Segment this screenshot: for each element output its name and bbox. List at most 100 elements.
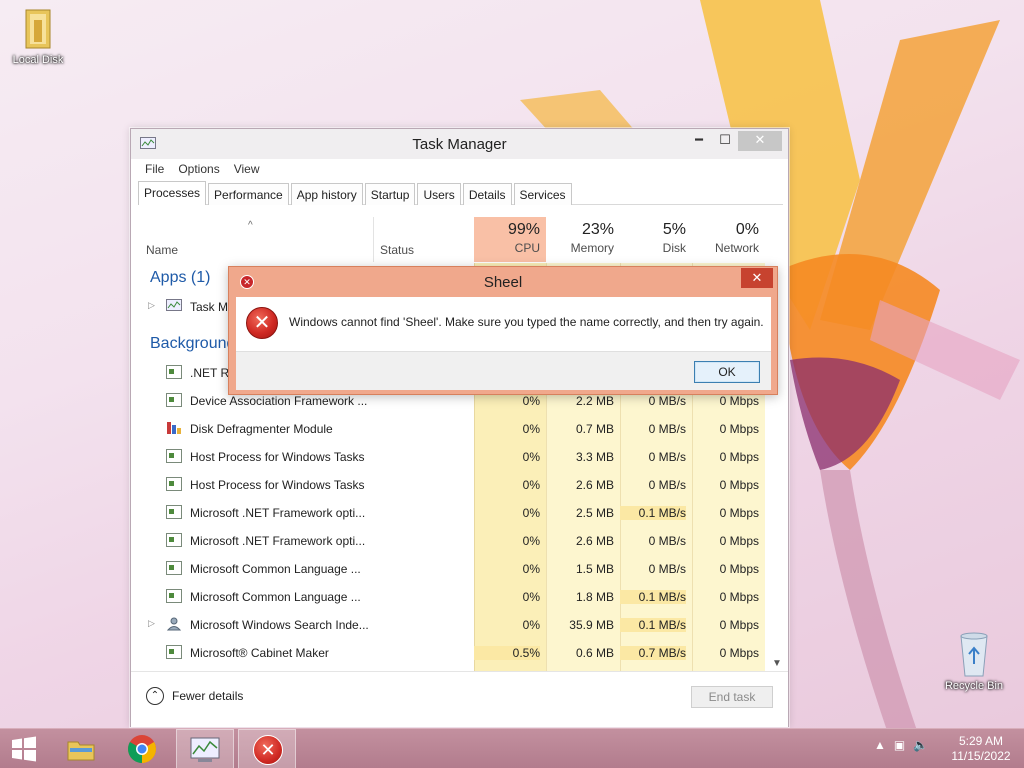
table-row[interactable]: Disk Defragmenter Module 0% 0.7 MB 0 MB/… — [138, 415, 765, 443]
task-manager-window: Task Manager ━ ☐ ✕ File Options View Pro… — [130, 128, 789, 727]
taskbar-task-manager[interactable] — [176, 729, 234, 768]
tab-bar: Processes Performance App history Startu… — [138, 181, 783, 205]
disk-value: 0 MB/s — [648, 422, 686, 436]
disk-value: 0 MB/s — [648, 562, 686, 576]
process-icon — [166, 477, 182, 491]
cpu-value: 0% — [522, 562, 540, 576]
clock[interactable]: 5:29 AM 11/15/2022 — [944, 734, 1018, 764]
system-tray: ▲ ▣ 🔈 — [874, 738, 928, 752]
menu-view[interactable]: View — [227, 160, 267, 180]
tab-startup[interactable]: Startup — [364, 183, 416, 205]
table-row[interactable]: Microsoft Common Language ... 0% 1.8 MB … — [138, 583, 765, 611]
close-button[interactable]: ✕ — [738, 131, 782, 151]
disk-value: 0.7 MB/s — [620, 646, 686, 660]
process-name: Microsoft® Cabinet Maker — [190, 646, 329, 660]
table-row[interactable]: Microsoft .NET Framework opti... 0% 2.6 … — [138, 527, 765, 555]
disk-value: 0.1 MB/s — [620, 618, 686, 632]
menu-bar: File Options View — [138, 160, 267, 180]
file-explorer-icon — [67, 741, 95, 761]
network-value: 0 Mbps — [719, 422, 759, 436]
recycle-bin-icon — [955, 630, 993, 678]
process-name: Microsoft .NET Framework opti... — [190, 506, 366, 520]
folder-icon — [20, 6, 56, 52]
network-value: 0 Mbps — [719, 478, 759, 492]
memory-value: 2.5 MB — [575, 506, 614, 520]
expand-icon[interactable]: ▷ — [148, 300, 155, 311]
desktop-icon-local-disk[interactable]: Local Disk — [2, 6, 74, 66]
network-value: 0 Mbps — [719, 562, 759, 576]
table-row[interactable]: Microsoft Common Language ... 0% 1.5 MB … — [138, 555, 765, 583]
error-icon: ✕ — [253, 735, 283, 765]
disk-value: 0.1 MB/s — [620, 590, 686, 604]
end-task-button[interactable]: End task — [691, 686, 773, 708]
show-hidden-icons-icon[interactable]: ▲ — [874, 738, 886, 752]
defrag-icon — [167, 422, 181, 434]
task-manager-icon — [166, 299, 182, 311]
disk-value: 0 MB/s — [648, 534, 686, 548]
fewer-details-button[interactable]: ⌃ Fewer details — [146, 687, 243, 705]
memory-value: 2.6 MB — [575, 534, 614, 548]
tab-app-history[interactable]: App history — [290, 183, 363, 205]
disk-value: 0 MB/s — [648, 394, 686, 408]
chevron-up-icon: ⌃ — [146, 687, 164, 705]
ok-button[interactable]: OK — [694, 361, 760, 383]
column-name[interactable]: Name — [146, 243, 178, 257]
table-row[interactable]: ▷ Microsoft Windows Search Inde... 0% 35… — [138, 611, 765, 639]
dialog-close-button[interactable]: ✕ — [741, 268, 773, 288]
title-bar[interactable]: Task Manager ━ ☐ ✕ — [131, 129, 788, 159]
memory-value: 3.3 MB — [575, 450, 614, 464]
memory-percent: 23% — [581, 221, 614, 238]
cpu-value: 0% — [522, 506, 540, 520]
desktop-icon-recycle-bin[interactable]: Recycle Bin — [938, 630, 1010, 692]
network-percent: 0% — [735, 221, 759, 238]
cpu-label: CPU — [514, 241, 540, 255]
dialog-title: Sheel — [483, 274, 523, 291]
process-icon — [166, 365, 182, 379]
volume-icon[interactable]: 🔈 — [913, 738, 928, 752]
cpu-value: 0% — [522, 534, 540, 548]
menu-file[interactable]: File — [138, 160, 171, 180]
table-row[interactable]: Microsoft .NET Framework opti... 0% 2.5 … — [138, 499, 765, 527]
process-name: Microsoft Common Language ... — [190, 590, 361, 604]
table-row[interactable]: Host Process for Windows Tasks 0% 2.6 MB… — [138, 471, 765, 499]
network-value: 0 Mbps — [719, 618, 759, 632]
process-name: Host Process for Windows Tasks — [190, 450, 365, 464]
column-memory[interactable]: 23% Memory — [546, 217, 620, 262]
expand-icon[interactable]: ▷ — [148, 618, 155, 629]
cpu-value: 0% — [522, 618, 540, 632]
taskbar-error-dialog[interactable]: ✕ — [238, 729, 296, 768]
table-row[interactable]: Microsoft® Cabinet Maker 0.5% 0.6 MB 0.7… — [138, 639, 765, 667]
sort-up-icon: ^ — [248, 220, 253, 231]
taskbar-chrome[interactable] — [114, 729, 172, 768]
column-header: ^ Name Status 99% CPU 23% Memory 5% Disk… — [138, 217, 783, 262]
cpu-value: 0% — [522, 478, 540, 492]
column-disk[interactable]: 5% Disk — [620, 217, 692, 262]
disk-value: 0 MB/s — [648, 478, 686, 492]
network-value: 0 Mbps — [719, 394, 759, 408]
tab-services[interactable]: Services — [513, 183, 572, 205]
column-status[interactable]: Status — [380, 243, 414, 257]
network-icon[interactable]: ▣ — [894, 738, 905, 752]
scroll-down-icon[interactable]: ▼ — [772, 658, 782, 669]
column-network[interactable]: 0% Network — [692, 217, 765, 262]
tab-performance[interactable]: Performance — [208, 183, 289, 205]
column-cpu[interactable]: 99% CPU — [474, 217, 546, 262]
network-value: 0 Mbps — [719, 646, 759, 660]
maximize-button[interactable]: ☐ — [712, 131, 738, 151]
clock-date: 11/15/2022 — [951, 749, 1011, 763]
taskbar-file-explorer[interactable] — [54, 729, 112, 768]
task-manager-icon — [190, 737, 220, 762]
minimize-button[interactable]: ━ — [686, 131, 712, 151]
menu-options[interactable]: Options — [171, 160, 226, 180]
disk-percent: 5% — [662, 221, 686, 238]
tab-processes[interactable]: Processes — [138, 181, 207, 205]
tab-users[interactable]: Users — [417, 183, 461, 205]
start-button[interactable] — [0, 729, 58, 768]
memory-value: 2.6 MB — [575, 478, 614, 492]
table-row[interactable]: Host Process for Windows Tasks 0% 3.3 MB… — [138, 443, 765, 471]
memory-value: 0.6 MB — [575, 646, 614, 660]
disk-value: 0.1 MB/s — [620, 506, 686, 520]
tab-details[interactable]: Details — [462, 183, 512, 205]
disk-value: 0 MB/s — [648, 450, 686, 464]
cpu-value: 0% — [522, 394, 540, 408]
